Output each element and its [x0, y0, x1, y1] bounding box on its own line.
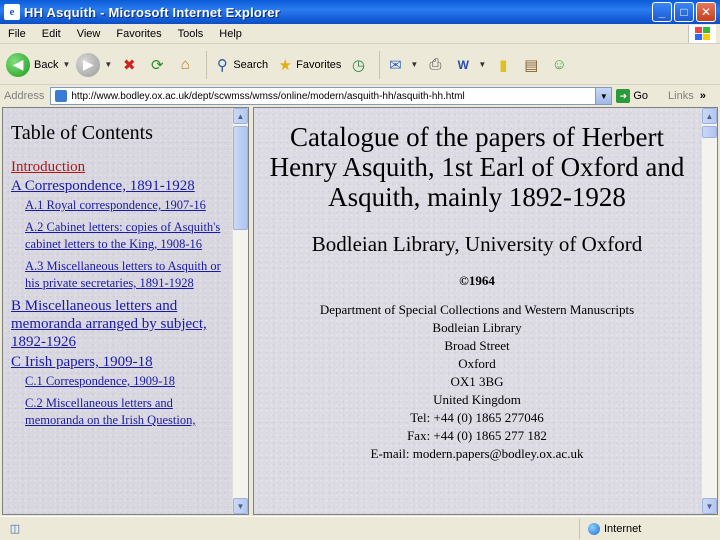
- ie-logo-icon: e: [4, 4, 20, 20]
- globe-icon: [588, 522, 600, 535]
- table-of-contents: Table of Contents Introduction A Corresp…: [11, 122, 233, 434]
- content-scroll-thumb[interactable]: [702, 126, 717, 138]
- page-subtitle: Bodleian Library, University of Oxford: [311, 232, 643, 256]
- home-icon[interactable]: ⌂: [174, 54, 196, 76]
- address-line: Department of Special Collections and We…: [319, 302, 635, 317]
- title-bar: e HH Asquith - Microsoft Internet Explor…: [0, 0, 720, 24]
- address-line: Bodleian Library: [432, 320, 522, 335]
- toc-link-introduction[interactable]: Introduction: [11, 159, 233, 176]
- go-label: Go: [633, 90, 649, 102]
- toc-link-a1[interactable]: A.1 Royal correspondence, 1907-16: [25, 197, 233, 214]
- close-button[interactable]: ✕: [696, 2, 716, 22]
- links-label[interactable]: Links: [668, 90, 694, 102]
- minimize-button[interactable]: _: [652, 2, 672, 22]
- toc-link-a2[interactable]: A.2 Cabinet letters: copies of Asquith's…: [25, 219, 233, 253]
- address-line: Broad Street: [444, 338, 510, 353]
- address-label: Address: [4, 90, 45, 102]
- print-icon[interactable]: ⎙: [424, 54, 446, 76]
- windows-flag-icon: [688, 25, 716, 43]
- address-line: OX1 3BG: [450, 374, 504, 389]
- refresh-icon[interactable]: ⟳: [146, 54, 168, 76]
- mail-dropdown-icon[interactable]: ▼: [410, 60, 418, 69]
- address-dropdown-icon[interactable]: ▼: [595, 88, 612, 104]
- search-label: Search: [233, 58, 269, 71]
- page-status-icon: ◫: [9, 523, 21, 535]
- scroll-up-icon[interactable]: ▲: [702, 108, 717, 124]
- mail-button[interactable]: ✉ ▼: [384, 54, 418, 76]
- address-input[interactable]: http://www.bodley.ox.ac.uk/dept/scwmss/w…: [50, 87, 613, 105]
- address-line: Fax: +44 (0) 1865 277 182: [407, 428, 547, 443]
- toc-title: Table of Contents: [11, 122, 153, 144]
- window-controls: _ □ ✕: [652, 2, 716, 22]
- menu-edit[interactable]: Edit: [34, 28, 69, 40]
- toolbar-separator: [206, 50, 208, 79]
- links-chevron-icon[interactable]: »: [700, 90, 706, 102]
- menu-tools[interactable]: Tools: [170, 28, 212, 40]
- favorites-button[interactable]: ★ Favorites: [274, 54, 341, 76]
- maximize-button[interactable]: □: [674, 2, 694, 22]
- address-line: United Kingdom: [433, 392, 521, 407]
- address-line: E-mail: modern.papers@bodley.ox.ac.uk: [370, 446, 584, 461]
- back-label: Back: [34, 58, 59, 71]
- status-bar: ◫ Internet: [0, 516, 720, 540]
- address-url[interactable]: http://www.bodley.ox.ac.uk/dept/scwmss/w…: [71, 91, 464, 102]
- word-icon: W: [457, 57, 469, 72]
- mail-icon: ✉: [389, 56, 402, 74]
- zone-label: Internet: [604, 522, 642, 535]
- back-button[interactable]: ◀ Back ▼: [6, 52, 70, 77]
- toc-link-c2[interactable]: C.2 Miscellaneous letters and memoranda …: [25, 395, 233, 429]
- stop-icon[interactable]: ✖: [118, 54, 140, 76]
- page-icon: [55, 90, 68, 102]
- research-icon[interactable]: ▤: [520, 54, 542, 76]
- go-arrow-icon: ➜: [616, 89, 631, 103]
- toc-link-c[interactable]: C Irish papers, 1909-18: [11, 353, 233, 371]
- toc-link-a3[interactable]: A.3 Miscellaneous letters to Asquith or …: [25, 258, 233, 292]
- history-icon[interactable]: ◷: [347, 54, 369, 76]
- content-scrollbar[interactable]: ▲ ▼: [701, 108, 717, 514]
- scroll-up-icon[interactable]: ▲: [233, 108, 248, 124]
- search-icon: ⚲: [216, 56, 228, 74]
- toc-link-c1[interactable]: C.1 Correspondence, 1909-18: [25, 373, 233, 390]
- menu-bar: File Edit View Favorites Tools Help: [0, 24, 720, 44]
- star-icon: ★: [278, 56, 292, 74]
- edit-dropdown-icon[interactable]: ▼: [478, 60, 486, 69]
- favorites-label: Favorites: [296, 58, 342, 71]
- scroll-down-icon[interactable]: ▼: [233, 498, 248, 514]
- forward-button[interactable]: ▶ ▼: [76, 52, 112, 77]
- address-line: Oxford: [458, 356, 496, 371]
- toc-scrollbar[interactable]: ▲ ▼: [232, 108, 248, 514]
- forward-dropdown-icon[interactable]: ▼: [104, 60, 112, 69]
- security-zone: Internet: [580, 522, 642, 535]
- go-button[interactable]: ➜ Go: [616, 89, 648, 103]
- menu-view[interactable]: View: [69, 28, 109, 40]
- content-frame: Catalogue of the papers of Herbert Henry…: [253, 107, 718, 515]
- address-bar: Address http://www.bodley.ox.ac.uk/dept/…: [0, 86, 720, 106]
- scroll-down-icon[interactable]: ▼: [702, 498, 717, 514]
- address-line: Tel: +44 (0) 1865 277046: [410, 410, 544, 425]
- toc-link-a[interactable]: A Correspondence, 1891-1928: [11, 177, 233, 195]
- search-button[interactable]: ⚲ Search: [211, 54, 268, 76]
- menu-file[interactable]: File: [0, 28, 34, 40]
- toc-scroll-thumb[interactable]: [233, 126, 248, 230]
- forward-arrow-icon: ▶: [76, 52, 101, 77]
- toolbar-separator: [379, 50, 381, 79]
- page-title: Catalogue of the papers of Herbert Henry…: [269, 122, 685, 212]
- copyright: ©1964: [459, 273, 495, 288]
- window-title: HH Asquith - Microsoft Internet Explorer: [24, 4, 280, 20]
- status-text-area: ◫: [0, 518, 580, 539]
- main-content: Catalogue of the papers of Herbert Henry…: [254, 122, 700, 463]
- toolbar: ◀ Back ▼ ▶ ▼ ✖ ⟳ ⌂ ⚲ Search ★ Favorites …: [0, 45, 720, 85]
- back-dropdown-icon[interactable]: ▼: [62, 60, 70, 69]
- messenger-icon[interactable]: ☺: [548, 54, 570, 76]
- menu-favorites[interactable]: Favorites: [108, 28, 169, 40]
- contact-address: Department of Special Collections and We…: [254, 301, 700, 463]
- menu-help[interactable]: Help: [211, 28, 250, 40]
- discuss-icon[interactable]: ▮: [492, 54, 514, 76]
- back-arrow-icon: ◀: [6, 52, 30, 77]
- toc-link-b[interactable]: B Miscellaneous letters and memoranda ar…: [11, 297, 233, 351]
- toc-frame: Table of Contents Introduction A Corresp…: [2, 107, 249, 515]
- edit-button[interactable]: W ▼: [452, 54, 487, 76]
